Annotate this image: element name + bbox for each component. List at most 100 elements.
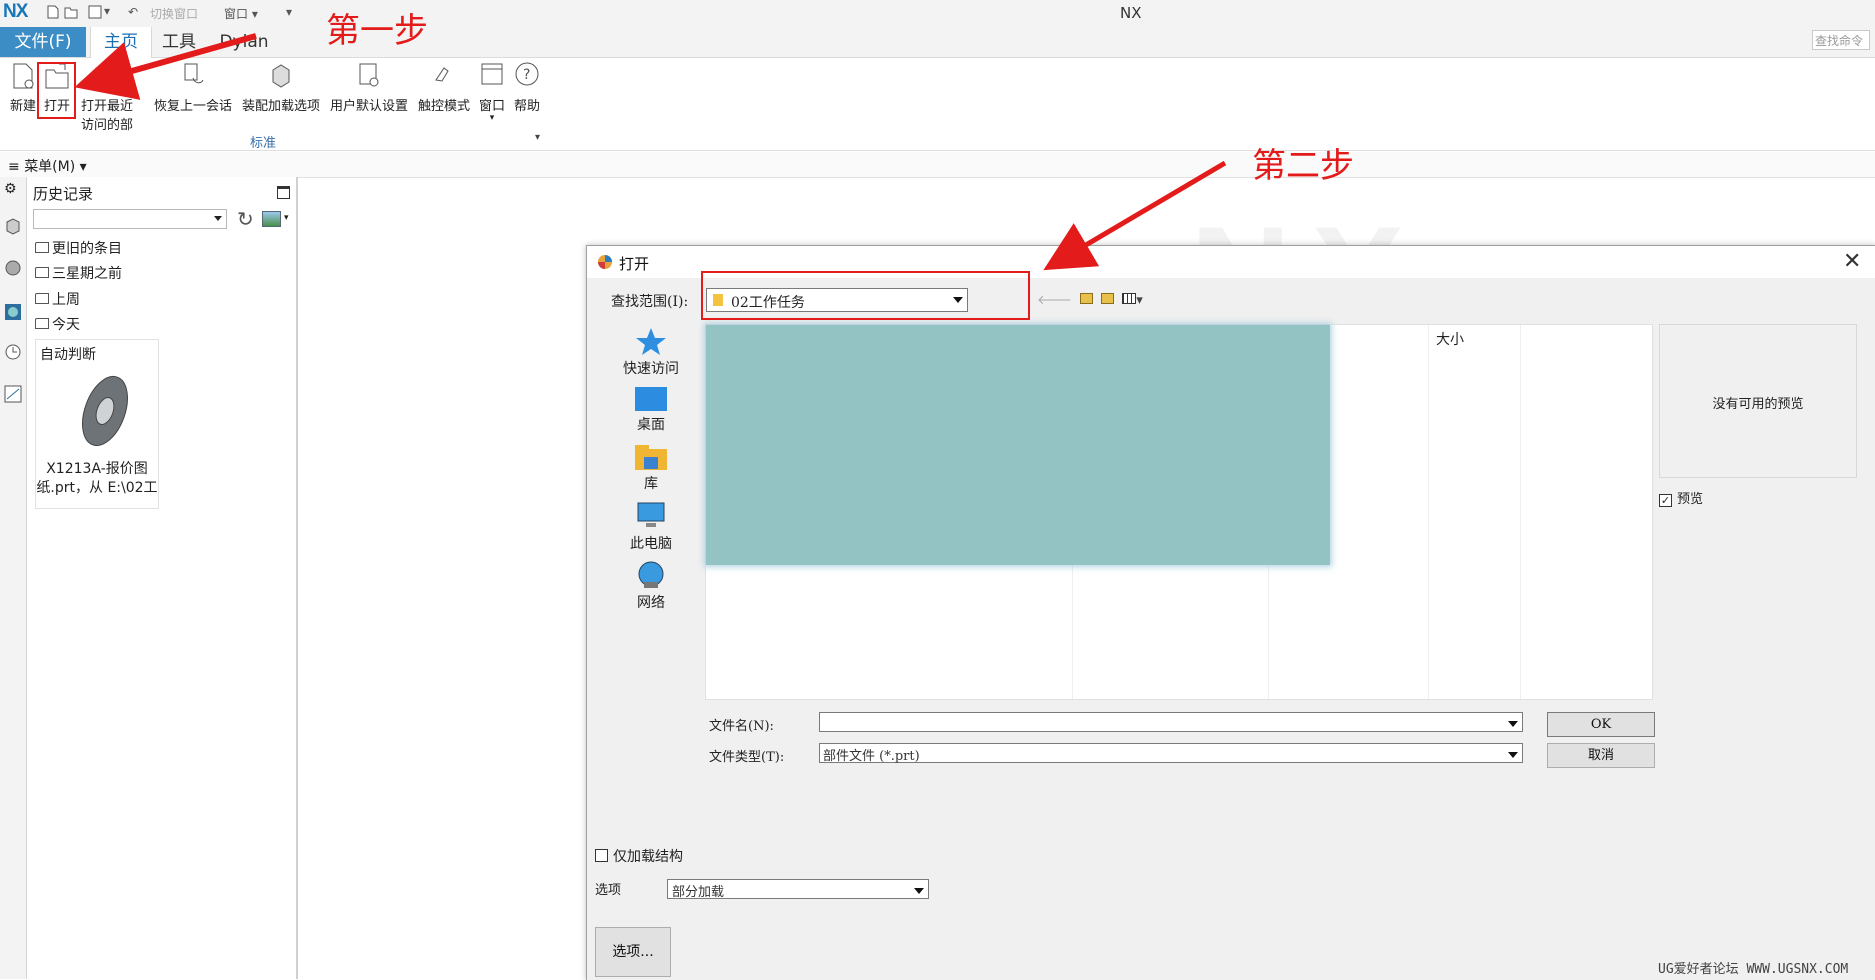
group-expand-icon[interactable]: ▾ (535, 132, 540, 143)
folder-icon (35, 293, 49, 304)
step1-annotation: 第一步 (326, 11, 428, 51)
web-browser-icon[interactable] (4, 303, 22, 321)
history-clock-icon[interactable] (4, 343, 22, 361)
load-option-select[interactable]: 部分加载 (667, 879, 929, 900)
library-folder-icon (635, 445, 667, 470)
user-defaults-button[interactable]: 用户默认设置 (326, 60, 412, 114)
history-folder-three-weeks[interactable]: 三星期之前 (35, 263, 122, 283)
command-search-input[interactable]: 查找命令 (1812, 30, 1870, 50)
thumbnail-title: 自动判断 (40, 347, 96, 363)
switch-window-button[interactable]: 切换窗口 (150, 5, 198, 22)
file-list[interactable]: 大小 (705, 324, 1653, 700)
ribbon-group-label: 标准 (250, 136, 277, 151)
tab-file[interactable]: 文件(F) (0, 27, 86, 57)
history-folder-today[interactable]: 今天 (35, 314, 80, 334)
preview-checkbox[interactable]: ✓ 预览 (1659, 488, 1703, 507)
folder-label: 更旧的条目 (52, 241, 122, 257)
folder-label: 今天 (52, 317, 80, 333)
tab-dylan[interactable]: Dylan (214, 27, 274, 57)
folder-label: 三星期之前 (52, 266, 122, 282)
chevron-down-icon[interactable] (1504, 744, 1522, 762)
view-menu-arrow-icon[interactable]: ▾ (1136, 293, 1143, 308)
view-thumbnails-icon[interactable] (262, 211, 281, 227)
nx-app-icon (598, 255, 612, 269)
history-filter-select[interactable] (33, 209, 227, 229)
ok-button[interactable]: OK (1547, 712, 1655, 737)
options-button[interactable]: 选项... (595, 927, 671, 977)
new-file-icon[interactable] (47, 5, 59, 22)
new-button[interactable]: 新建 (8, 60, 38, 114)
dropdown-arrow-icon[interactable]: ▾ (104, 4, 110, 21)
new-icon (13, 63, 34, 89)
part-disc-icon (82, 375, 128, 447)
system-materials-icon[interactable] (4, 385, 22, 403)
save-icon[interactable] (88, 5, 102, 22)
up-folder-icon[interactable] (1080, 293, 1094, 304)
chevron-down-icon[interactable] (910, 880, 928, 898)
menu-button[interactable]: ≡ 菜单(M) ▾ (8, 156, 87, 176)
filename-label: 文件名(N): (709, 719, 774, 734)
user-defaults-icon (359, 63, 379, 87)
refresh-icon[interactable]: ↻ (237, 207, 254, 231)
redacted-file-region (706, 325, 1330, 565)
preview-label: 预览 (1677, 492, 1704, 507)
window-button[interactable]: 窗口 ▾ (476, 60, 508, 123)
close-icon[interactable]: ✕ (1843, 249, 1861, 274)
place-quick-access[interactable]: 快速访问 (609, 326, 693, 378)
help-button[interactable]: ? 帮助 (510, 60, 544, 114)
assembly-load-options-button[interactable]: 装配加载选项 (238, 60, 324, 114)
load-structure-label: 仅加载结构 (613, 849, 683, 865)
column-header-size[interactable]: 大小 (1436, 329, 1464, 349)
checkbox-unchecked-icon[interactable] (595, 849, 608, 862)
new-folder-icon[interactable] (1101, 293, 1115, 304)
load-structure-only-checkbox[interactable]: 仅加载结构 (595, 846, 683, 866)
preview-pane: 没有可用的预览 (1659, 324, 1857, 478)
open-recent-label-2: 访问的部 (80, 118, 133, 133)
place-library[interactable]: 库 (609, 443, 693, 493)
customize-quick-access-icon[interactable]: ▾ (286, 5, 292, 22)
undo-icon[interactable]: ↶ (128, 5, 138, 22)
place-this-pc[interactable]: 此电脑 (609, 501, 693, 553)
open-file-icon[interactable] (64, 5, 78, 22)
restore-session-button[interactable]: 恢复上一会话 (150, 60, 236, 114)
open-recent-icon (95, 62, 119, 87)
restore-session-label: 恢复上一会话 (153, 99, 232, 114)
cancel-button[interactable]: 取消 (1547, 743, 1655, 768)
place-network[interactable]: 网络 (609, 560, 693, 612)
maximize-panel-icon[interactable] (277, 186, 290, 199)
history-part-thumbnail[interactable]: 自动判断 X1213A-报价图 纸.prt，从 E:\02工 (35, 339, 159, 509)
menu-label: 菜单(M) (24, 159, 76, 175)
part-navigator-icon[interactable] (4, 259, 22, 277)
filename-input[interactable] (819, 712, 1523, 732)
look-in-label: 查找范围(I): (611, 294, 689, 310)
open-recent-button[interactable]: 打开最近 访问的部 (76, 60, 138, 133)
menu-bar: ≡ 菜单(M) ▾ (0, 152, 1875, 178)
back-arrow-icon[interactable]: 🡐 (1037, 293, 1072, 308)
filetype-label: 文件类型(T): (709, 750, 785, 765)
history-panel: 历史记录 ↻ ▾ 更旧的条目 三星期之前 上周 今天 自动判断 X1213A-报… (27, 177, 298, 979)
place-label: 快速访问 (623, 361, 679, 377)
options-label: 选项 (595, 883, 622, 898)
place-label: 库 (644, 476, 658, 492)
filetype-select[interactable]: 部件文件 (*.prt) (819, 743, 1523, 764)
touch-mode-label: 触控模式 (417, 99, 470, 114)
checkbox-checked-icon[interactable]: ✓ (1659, 494, 1672, 507)
settings-gear-icon[interactable]: ⚙ (4, 181, 22, 199)
assembly-navigator-icon[interactable] (4, 217, 22, 235)
view-menu-icon[interactable] (1122, 293, 1137, 304)
assembly-icon (272, 64, 290, 88)
view-dropdown-icon[interactable]: ▾ (284, 213, 289, 223)
star-icon (636, 328, 666, 355)
tab-home[interactable]: 主页 (90, 27, 152, 58)
history-folder-last-week[interactable]: 上周 (35, 289, 80, 309)
ribbon-tab-bar: 文件(F) 主页 工具 Dylan 查找命令 (0, 27, 1875, 58)
title-bar: NX ▾ ↶ 切换窗口 窗口 ▾ ▾ NX (0, 0, 1875, 28)
user-defaults-label: 用户默认设置 (329, 99, 408, 114)
touch-mode-button[interactable]: 触控模式 (414, 60, 474, 114)
history-folder-older[interactable]: 更旧的条目 (35, 238, 122, 258)
chevron-down-icon[interactable] (1504, 713, 1522, 731)
place-desktop[interactable]: 桌面 (609, 386, 693, 434)
help-label: 帮助 (513, 99, 540, 114)
tab-tools[interactable]: 工具 (156, 27, 202, 57)
window-menu-button[interactable]: 窗口 ▾ (224, 5, 258, 22)
